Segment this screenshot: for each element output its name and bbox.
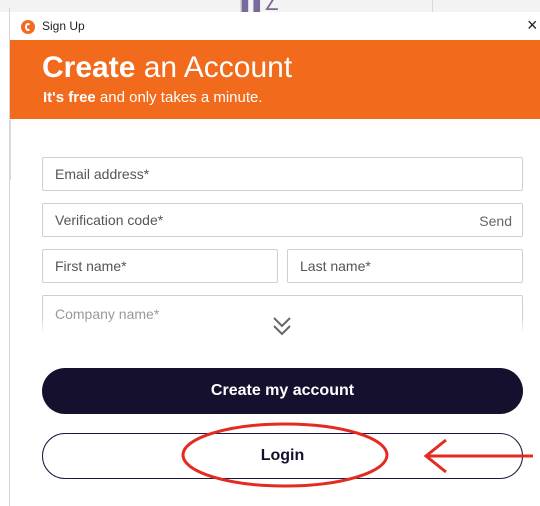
banner-sub-bold: It's free: [43, 89, 96, 106]
last-name-field[interactable]: [288, 250, 522, 282]
banner-heading-rest: an Account: [135, 51, 293, 84]
send-code-button[interactable]: Send: [479, 213, 512, 229]
background-divider: [432, 0, 433, 12]
app-logo-icon: [21, 20, 35, 34]
close-icon[interactable]: ×: [527, 15, 538, 36]
verification-code-wrapper: Send: [42, 203, 523, 237]
banner-heading: Create an Account: [42, 52, 292, 84]
banner-heading-bold: Create: [42, 51, 136, 84]
last-name-wrapper: [287, 249, 523, 283]
signup-banner: Create an Account It's free and only tak…: [10, 40, 540, 119]
email-field-wrapper: [42, 157, 523, 191]
first-name-field[interactable]: [43, 250, 277, 282]
login-button[interactable]: Login: [42, 433, 523, 479]
background-divider: [10, 120, 11, 180]
banner-subheading: It's free and only takes a minute.: [43, 89, 263, 106]
banner-sub-rest: and only takes a minute.: [95, 89, 263, 106]
background-divider: [240, 0, 241, 12]
create-account-button[interactable]: Create my account: [42, 368, 523, 414]
first-name-wrapper: [42, 249, 278, 283]
email-field[interactable]: [43, 158, 522, 190]
window-title: Sign Up: [42, 19, 85, 33]
verification-code-field[interactable]: [43, 204, 522, 236]
double-chevron-down-icon[interactable]: [270, 312, 294, 340]
window-titlebar: Sign Up ×: [10, 12, 540, 40]
